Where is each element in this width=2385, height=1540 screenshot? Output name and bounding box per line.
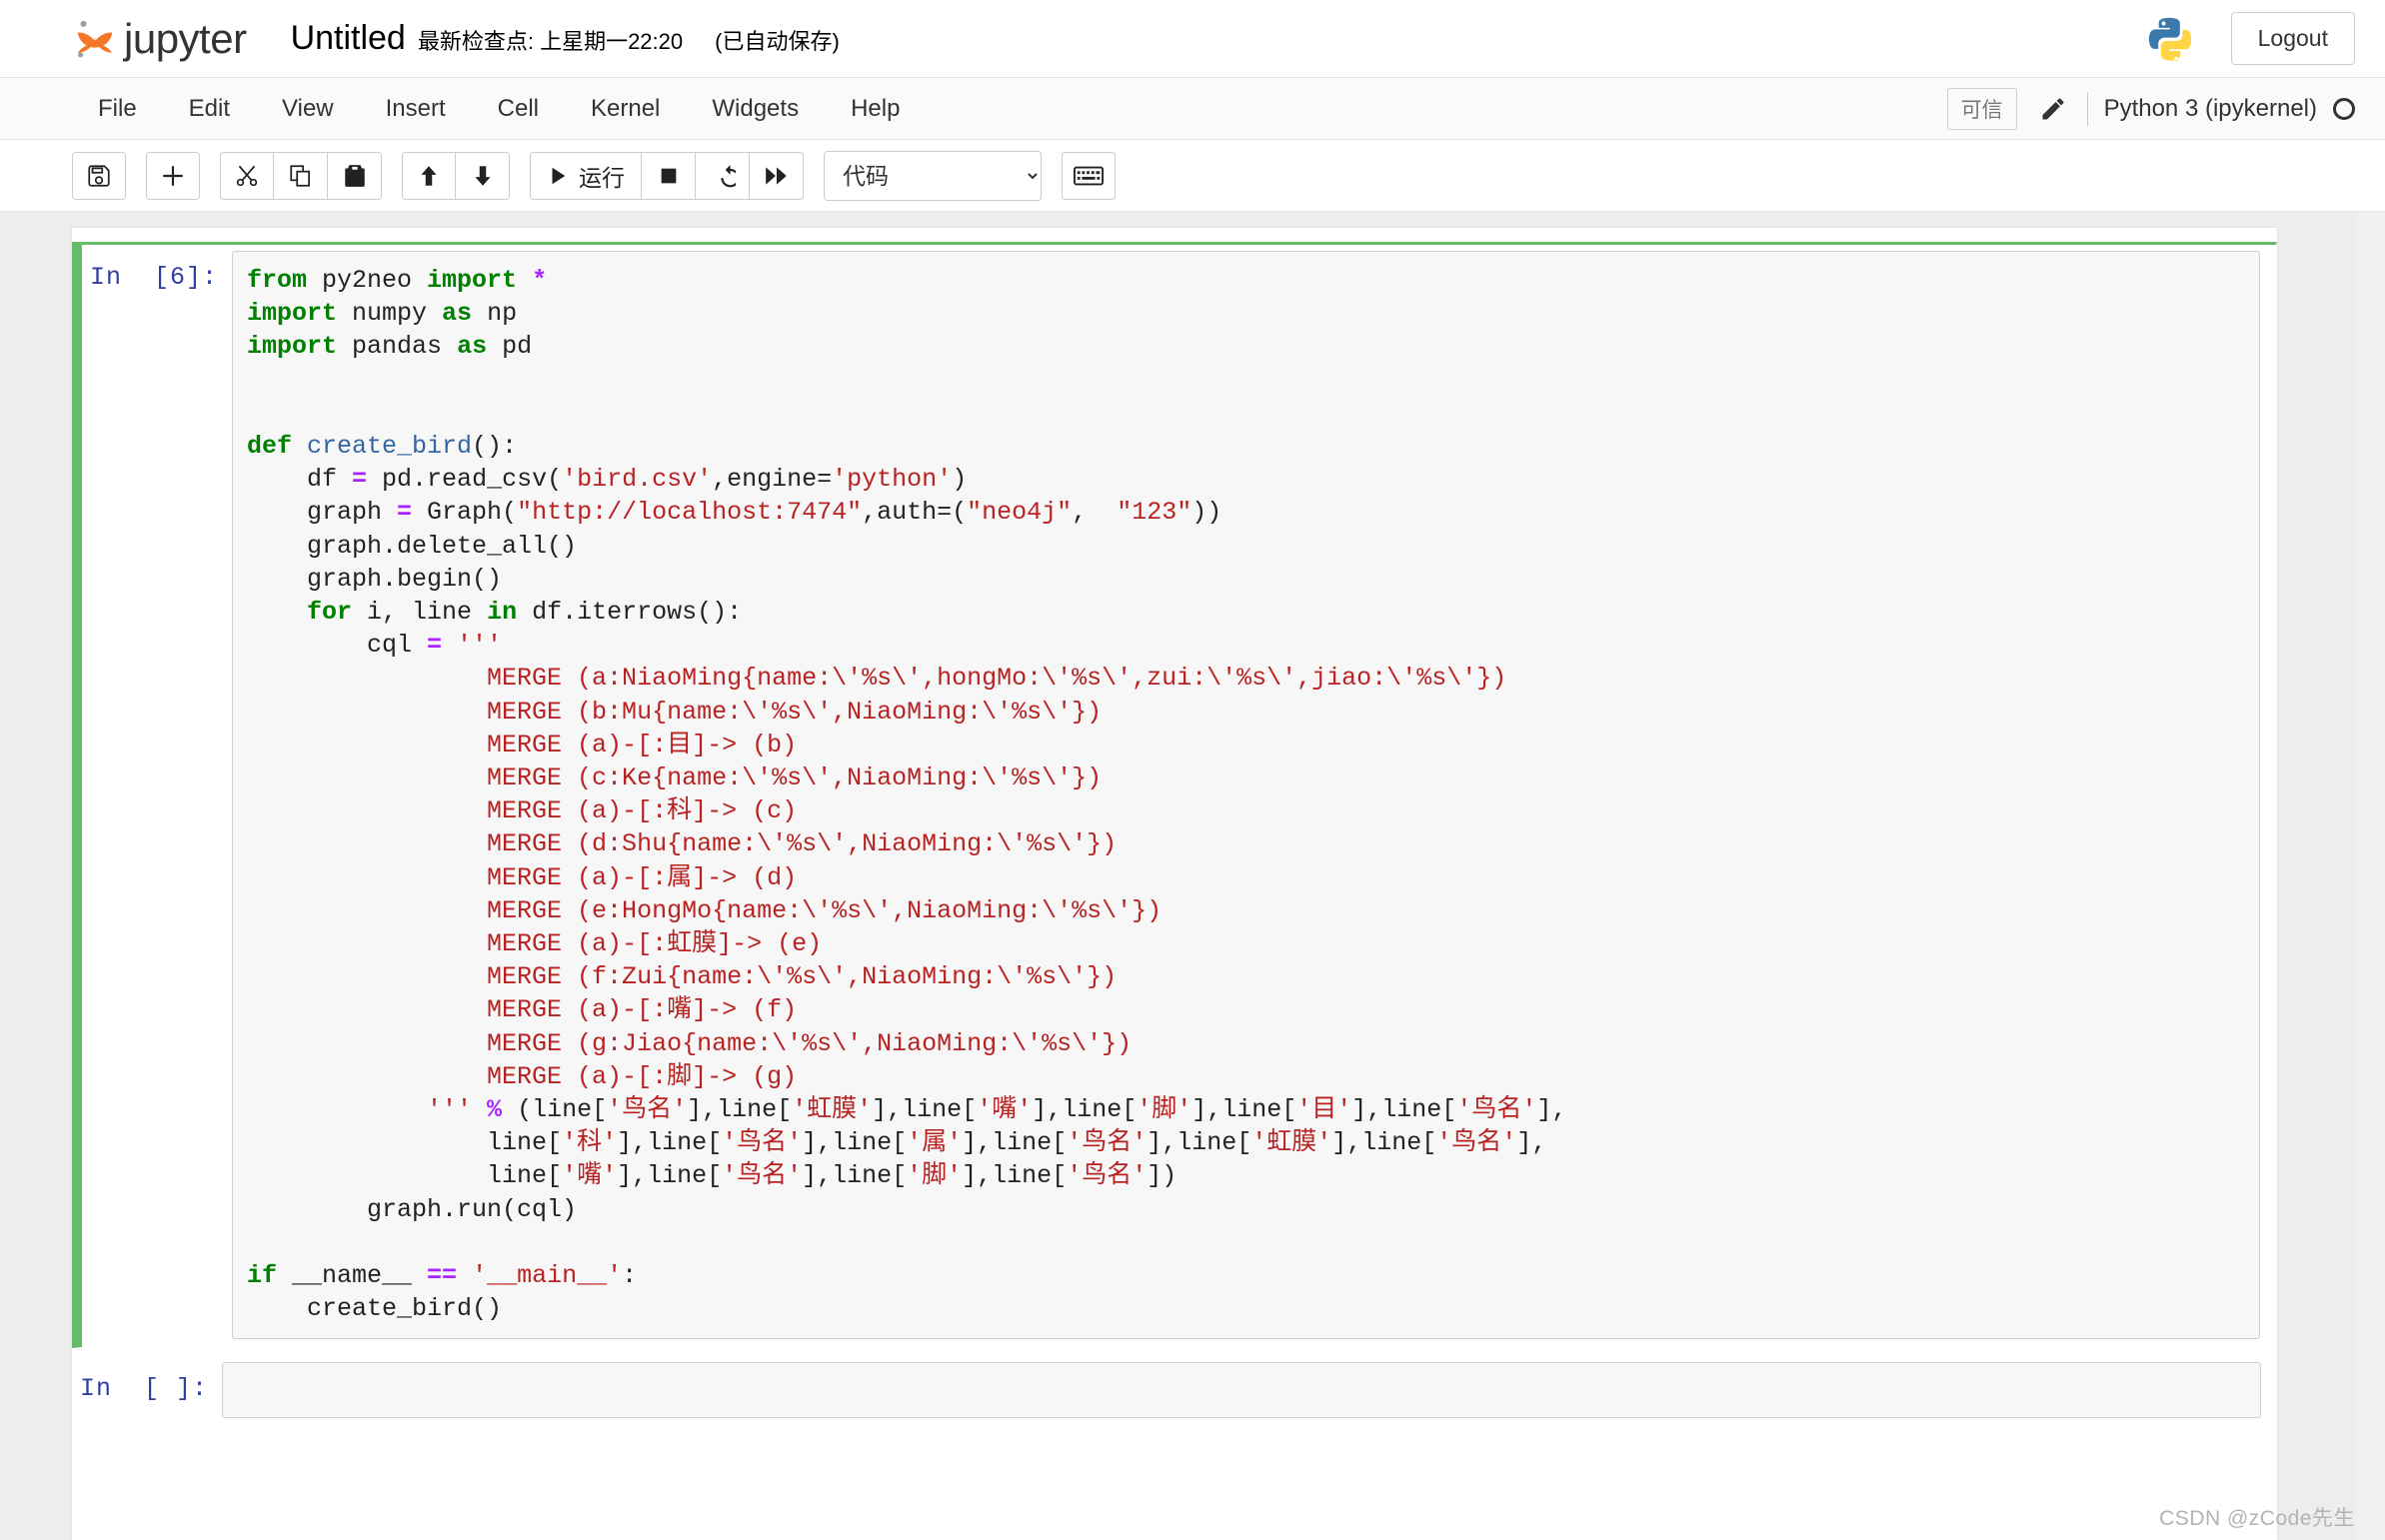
toolbar-group-palette <box>1062 151 1116 200</box>
notebook-name[interactable]: Untitled <box>291 19 406 58</box>
header-right-group: Logout <box>2145 12 2355 65</box>
code-cell[interactable]: In [ ]: <box>72 1354 2277 1426</box>
menubar-right-group: 可信 Python 3 (ipykernel) <box>1946 87 2355 130</box>
toolbar-group-insert <box>146 151 200 200</box>
menu-edit[interactable]: Edit <box>163 87 256 131</box>
cell-type-select[interactable]: 代码 Markdown 原生 NBConvert 标题 <box>824 150 1042 201</box>
code-editor[interactable]: from py2neo import * import numpy as np … <box>232 251 2260 1339</box>
move-cell-up-button[interactable] <box>402 151 456 200</box>
jupyter-logo-icon <box>77 20 113 57</box>
pencil-icon <box>2042 98 2064 119</box>
edit-pencil-icon[interactable] <box>2039 95 2067 123</box>
restart-and-run-all-button[interactable] <box>750 151 804 200</box>
restart-kernel-button[interactable] <box>696 151 750 200</box>
menu-insert[interactable]: Insert <box>360 87 472 131</box>
menu-kernel[interactable]: Kernel <box>565 87 686 131</box>
notebook-scroll-region[interactable]: In [6]: from py2neo import * import nump… <box>0 212 2385 1540</box>
copy-cells-button[interactable] <box>274 151 328 200</box>
plus-icon <box>163 165 183 186</box>
watermark: CSDN @zCode先生 <box>2159 1507 2355 1530</box>
code-cell[interactable]: In [6]: from py2neo import * import nump… <box>72 242 2277 1348</box>
copy-icon <box>289 164 310 187</box>
toolbar-group-move <box>402 151 510 200</box>
toolbar-group-run: 运行 <box>530 151 804 200</box>
arrow-up-icon <box>421 165 437 186</box>
jupyter-logo-link[interactable]: jupyter <box>72 15 247 63</box>
command-palette-button[interactable] <box>1062 151 1116 200</box>
play-icon <box>552 167 566 184</box>
stop-square-icon <box>661 168 676 183</box>
menu-view[interactable]: View <box>256 87 360 131</box>
kernel-indicator-name[interactable]: Python 3 (ipykernel) <box>2104 95 2317 123</box>
code-editor[interactable] <box>222 1361 2261 1418</box>
kernel-busy-indicator-icon[interactable] <box>2333 97 2355 120</box>
toolbar-group-save <box>72 151 126 200</box>
checkpoint-status: 最新检查点: 上星期一22:20 <box>417 29 684 54</box>
notebook-paper: In [6]: from py2neo import * import nump… <box>72 228 2277 1540</box>
jupyter-wordmark: jupyter <box>124 14 247 62</box>
notebook-toolbar: 运行 代码 Markdown 原生 NBConvert 标题 <box>0 140 2385 212</box>
python-logo-icon <box>2148 17 2191 61</box>
fast-forward-icon <box>765 166 787 185</box>
notebook-title-block: Untitled 最新检查点: 上星期一22:20 (已自动保存) <box>291 19 840 58</box>
trusted-badge[interactable]: 可信 <box>1946 87 2017 130</box>
save-button[interactable] <box>72 151 126 200</box>
keyboard-icon <box>1074 166 1104 185</box>
cell-input-prompt: In [6]: <box>89 263 218 292</box>
menu-cell[interactable]: Cell <box>472 87 565 131</box>
floppy-disk-icon <box>88 164 110 187</box>
scrollbar-gutter[interactable] <box>2357 212 2385 1540</box>
paste-icon <box>344 164 365 187</box>
autosave-status: (已自动保存) <box>715 29 840 54</box>
menu-widgets[interactable]: Widgets <box>686 87 825 131</box>
cell-input-prompt: In [ ]: <box>79 1373 208 1403</box>
scissors-icon <box>236 165 258 186</box>
interrupt-kernel-button[interactable] <box>642 151 696 200</box>
run-cell-button[interactable]: 运行 <box>530 151 642 200</box>
run-button-label: 运行 <box>579 164 625 191</box>
menu-bar: File Edit View Insert Cell Kernel Widget… <box>0 78 2385 140</box>
app-header: jupyter Untitled 最新检查点: 上星期一22:20 (已自动保存… <box>0 0 2385 78</box>
menu-file[interactable]: File <box>72 87 163 131</box>
move-cell-down-button[interactable] <box>456 151 510 200</box>
menu-help[interactable]: Help <box>825 87 926 131</box>
logout-button[interactable]: Logout <box>2230 12 2355 65</box>
restart-circular-arrow-icon <box>720 164 736 187</box>
toolbar-group-clipboard <box>220 151 382 200</box>
paste-cells-button[interactable] <box>328 151 382 200</box>
code-source: from py2neo import * import numpy as np … <box>247 266 1567 1324</box>
insert-cell-below-button[interactable] <box>146 151 200 200</box>
cut-cells-button[interactable] <box>220 151 274 200</box>
arrow-down-icon <box>474 165 491 186</box>
menubar-divider <box>2086 91 2088 126</box>
